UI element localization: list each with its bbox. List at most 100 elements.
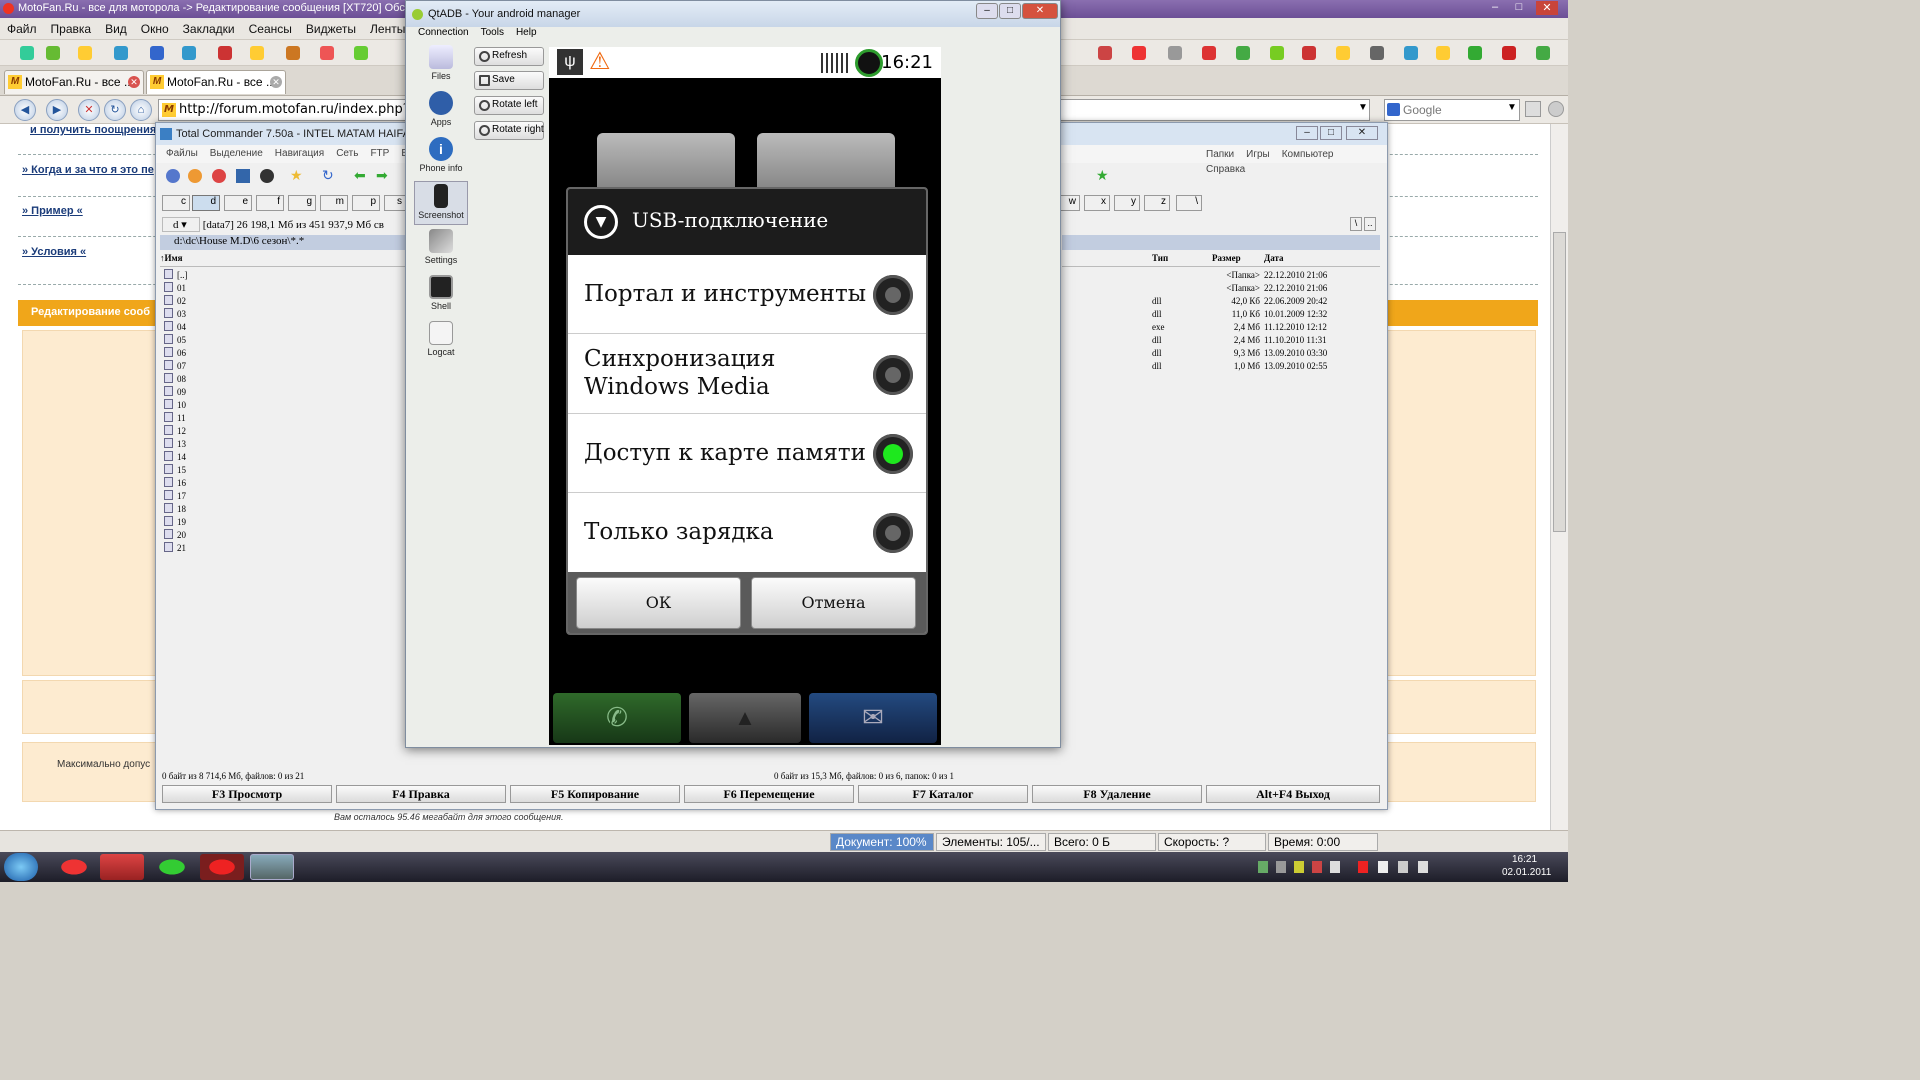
f8-delete-button[interactable]: F8 Удаление	[1032, 785, 1202, 803]
tc-menu-help[interactable]: Справка	[1200, 162, 1251, 177]
browser-tab[interactable]: M MotoFan.Ru - все ... ✕	[4, 70, 144, 94]
file-list-item[interactable]: dll 1,0 Мб 13.09.2010 02:55	[1062, 360, 1380, 373]
file-list-item[interactable]: 01	[164, 282, 186, 295]
forward-icon[interactable]: ▶	[46, 99, 68, 121]
search-dropdown-icon[interactable]: ▼	[1507, 102, 1517, 113]
file-list-item[interactable]: dll 9,3 Мб 13.09.2010 03:30	[1062, 347, 1380, 360]
tc-menu-select[interactable]: Выделение	[204, 146, 269, 161]
drive-f-button[interactable]: f	[256, 195, 284, 211]
radio-button-selected[interactable]	[873, 434, 913, 474]
mail-icon[interactable]: ✉	[809, 693, 937, 743]
sidebar-item-screenshot[interactable]: Screenshot	[414, 181, 468, 225]
bookmark-icon[interactable]	[1168, 46, 1182, 60]
star-icon[interactable]	[250, 46, 264, 60]
root-button[interactable]: \	[1350, 217, 1362, 231]
file-list-item[interactable]: dll 11,0 Кб 10.01.2009 12:32	[1062, 308, 1380, 321]
f3-view-button[interactable]: F3 Просмотр	[162, 785, 332, 803]
sidebar-item-phone-info[interactable]: i Phone info	[414, 135, 468, 179]
bookmark-icon[interactable]	[114, 46, 128, 60]
drive-m-button[interactable]: m	[320, 195, 348, 211]
dropdown-arrow-icon[interactable]: ▼	[1358, 102, 1368, 113]
bookmark-icon[interactable]	[1302, 46, 1316, 60]
bookmark-icon[interactable]	[1236, 46, 1250, 60]
tc-menu-computer[interactable]: Компьютер	[1276, 147, 1340, 162]
drive-c-button[interactable]: c	[162, 195, 190, 211]
page-scrollbar[interactable]	[1550, 124, 1568, 830]
forum-link-terms[interactable]: » Условия «	[22, 246, 86, 258]
file-list-item[interactable]: <Папка> 22.12.2010 21:06	[1062, 282, 1380, 295]
start-button[interactable]	[4, 853, 38, 881]
minimize-button[interactable]: –	[1484, 1, 1506, 15]
file-list-item[interactable]: 19	[164, 516, 186, 529]
sidebar-item-shell[interactable]: Shell	[414, 273, 468, 317]
star-icon[interactable]	[1336, 46, 1350, 60]
close-tab-icon[interactable]: ✕	[270, 76, 282, 88]
browser-tab-active[interactable]: M MotoFan.Ru - все ... ✕	[146, 70, 286, 94]
f6-move-button[interactable]: F6 Перемещение	[684, 785, 854, 803]
drive-w-button[interactable]: w	[1060, 195, 1080, 211]
file-list-item[interactable]: dll 42,0 Кб 22.06.2009 20:42	[1062, 295, 1380, 308]
minimize-button[interactable]: –	[976, 3, 998, 19]
file-list-item[interactable]: 15	[164, 464, 186, 477]
taskbar-app-icon[interactable]	[100, 854, 144, 880]
taskbar-qtadb-icon[interactable]	[250, 854, 294, 880]
stop-icon[interactable]: ✕	[78, 99, 100, 121]
bookmark-icon[interactable]	[320, 46, 334, 60]
search-input[interactable]: Google	[1384, 99, 1520, 121]
gear-icon[interactable]	[166, 169, 180, 183]
drive-x-button[interactable]: x	[1084, 195, 1110, 211]
sidebar-item-apps[interactable]: Apps	[414, 89, 468, 133]
tc-menu-ftp[interactable]: FTP	[364, 146, 395, 161]
file-list-item[interactable]: dll 2,4 Мб 11.10.2010 11:31	[1062, 334, 1380, 347]
bookmark-icon[interactable]	[286, 46, 300, 60]
file-list-item[interactable]: 12	[164, 425, 186, 438]
tc-menu-files[interactable]: Файлы	[160, 146, 204, 161]
star-icon[interactable]: ★	[290, 167, 303, 184]
file-list-item[interactable]: <Папка> 22.12.2010 21:06	[1062, 269, 1380, 282]
close-button[interactable]: ✕	[1346, 126, 1378, 140]
minimize-button[interactable]: –	[1296, 126, 1318, 140]
drive-s-button[interactable]: s	[384, 195, 406, 211]
close-tab-icon[interactable]: ✕	[128, 76, 140, 88]
rotate-left-button[interactable]: Rotate left	[474, 96, 544, 115]
cancel-button[interactable]: Отмена	[751, 577, 916, 629]
sidebar-item-logcat[interactable]: Logcat	[414, 319, 468, 363]
file-list-item[interactable]: 11	[164, 412, 186, 425]
file-list-item[interactable]: 13	[164, 438, 186, 451]
drive-e-button[interactable]: e	[224, 195, 252, 211]
clock-date[interactable]: 02.01.2011	[1502, 867, 1551, 878]
f5-copy-button[interactable]: F5 Копирование	[510, 785, 680, 803]
star-icon[interactable]: ★	[1096, 167, 1109, 184]
arrow-left-icon[interactable]: ⬅	[354, 167, 366, 184]
phone-screen[interactable]: ψ ⚠ 16:21 ▼ USB-подключение Портал и инс…	[549, 47, 941, 745]
file-list-item[interactable]: 09	[164, 386, 186, 399]
drive-d-button[interactable]: d	[192, 195, 220, 211]
bookmark-icon[interactable]	[46, 46, 60, 60]
panel-icon[interactable]	[1525, 101, 1541, 117]
usb-option-wmp-sync[interactable]: Синхронизация Windows Media	[568, 335, 926, 414]
column-type-header[interactable]: Тип	[1152, 253, 1168, 263]
menu-view[interactable]: Вид	[98, 18, 134, 40]
drive-z-button[interactable]: z	[1144, 195, 1170, 211]
menu-help[interactable]: Help	[510, 27, 543, 38]
menu-file[interactable]: Файл	[0, 18, 44, 40]
bookmark-icon[interactable]	[1536, 46, 1550, 60]
usb-option-charge-only[interactable]: Только зарядка	[568, 493, 926, 572]
bookmark-icon[interactable]	[1404, 46, 1418, 60]
close-button[interactable]: ✕	[1022, 3, 1058, 19]
file-list-item[interactable]: 10	[164, 399, 186, 412]
clock-time[interactable]: 16:21	[1512, 854, 1537, 865]
bookmark-icon[interactable]	[150, 46, 164, 60]
exit-button[interactable]: Alt+F4 Выход	[1206, 785, 1380, 803]
menu-edit[interactable]: Правка	[44, 18, 99, 40]
refresh-icon[interactable]: ↻	[322, 167, 334, 184]
maximize-button[interactable]: □	[1508, 1, 1530, 15]
scroll-thumb[interactable]	[1553, 232, 1566, 532]
maximize-button[interactable]: □	[1320, 126, 1342, 140]
file-list-item[interactable]: exe 2,4 Мб 11.12.2010 12:12	[1062, 321, 1380, 334]
star-icon[interactable]	[1436, 46, 1450, 60]
file-list-item[interactable]: 14	[164, 451, 186, 464]
menu-connection[interactable]: Connection	[412, 27, 475, 38]
tool-icon[interactable]	[260, 169, 274, 183]
file-list-item[interactable]: 18	[164, 503, 186, 516]
